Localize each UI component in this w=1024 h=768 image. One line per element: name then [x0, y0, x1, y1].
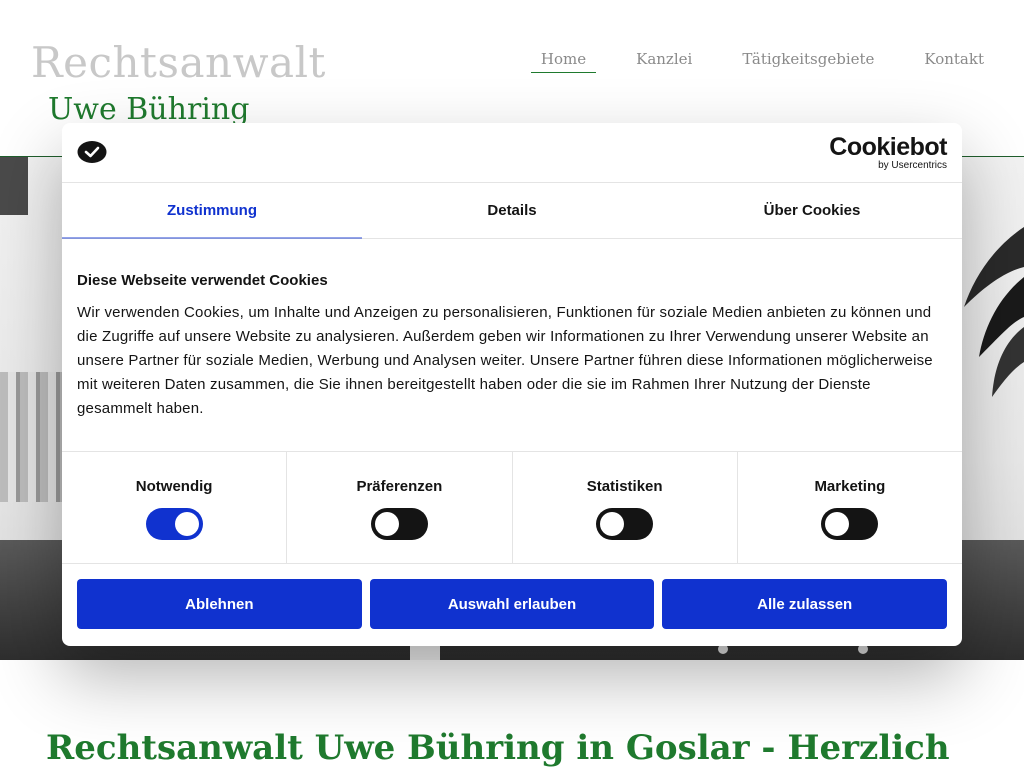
nav-kontakt[interactable]: Kontakt	[914, 50, 994, 73]
marketing-switch[interactable]	[821, 508, 879, 540]
notwendig-switch[interactable]	[145, 508, 203, 540]
toggle-notwendig: Notwendig	[62, 452, 288, 563]
statistiken-switch[interactable]	[596, 508, 654, 540]
toggle-label: Präferenzen	[356, 478, 443, 495]
toggle-label: Marketing	[814, 478, 886, 495]
cookie-category-toggles: Notwendig Präferenzen Statistiken Market…	[62, 452, 962, 564]
cookie-dialog-header: Cookiebot by Usercentrics	[62, 123, 962, 183]
cookie-dialog-body: Diese Webseite verwendet Cookies Wir ver…	[62, 239, 962, 452]
toggle-marketing: Marketing	[738, 452, 962, 563]
switch-knob	[825, 512, 850, 536]
switch-knob	[174, 512, 199, 536]
hero-picture-frame	[0, 157, 28, 215]
hero-plant	[964, 227, 1024, 397]
allow-all-button[interactable]: Alle zulassen	[662, 579, 948, 629]
cookie-dialog-tabs: Zustimmung Details Über Cookies	[62, 183, 962, 239]
toggle-label: Statistiken	[586, 478, 663, 495]
decline-button[interactable]: Ablehnen	[77, 579, 362, 629]
cookie-dialog-title: Diese Webseite verwendet Cookies	[77, 272, 328, 289]
allow-selection-button[interactable]: Auswahl erlauben	[369, 579, 655, 629]
site-logo-line2[interactable]: Uwe Bühring	[48, 92, 249, 127]
cookie-dialog-text: Wir verwenden Cookies, um Inhalte und An…	[77, 304, 933, 417]
toggle-statistiken: Statistiken	[513, 452, 738, 563]
nav-taetigkeitsgebiete[interactable]: Tätigkeitsgebiete	[732, 50, 884, 73]
cookie-consent-dialog: Cookiebot by Usercentrics Zustimmung Det…	[62, 123, 962, 646]
main-nav: Home Kanzlei Tätigkeitsgebiete Kontakt	[530, 50, 994, 73]
cookiebot-brand-name: Cookiebot	[829, 133, 947, 161]
tab-details[interactable]: Details	[362, 183, 662, 238]
toggle-praeferenzen: Präferenzen	[287, 452, 513, 563]
switch-knob	[374, 512, 399, 536]
nav-home[interactable]: Home	[530, 50, 597, 73]
cookiebot-brand[interactable]: Cookiebot by Usercentrics	[829, 135, 947, 171]
cookiebot-brand-sub: by Usercentrics	[878, 160, 947, 171]
hero-books	[0, 372, 70, 502]
toggle-label: Notwendig	[135, 478, 213, 495]
praeferenzen-switch[interactable]	[370, 508, 428, 540]
nav-kanzlei[interactable]: Kanzlei	[626, 50, 702, 73]
tab-zustimmung[interactable]: Zustimmung	[62, 183, 362, 239]
cookie-dialog-actions: Ablehnen Auswahl erlauben Alle zulassen	[62, 564, 962, 644]
cookiebot-logo-icon	[77, 141, 107, 163]
site-logo-line1[interactable]: Rechtsanwalt	[31, 38, 326, 87]
tab-ueber-cookies[interactable]: Über Cookies	[662, 183, 962, 238]
switch-knob	[600, 512, 625, 536]
page-heading: Rechtsanwalt Uwe Bühring in Goslar - Her…	[46, 728, 950, 768]
